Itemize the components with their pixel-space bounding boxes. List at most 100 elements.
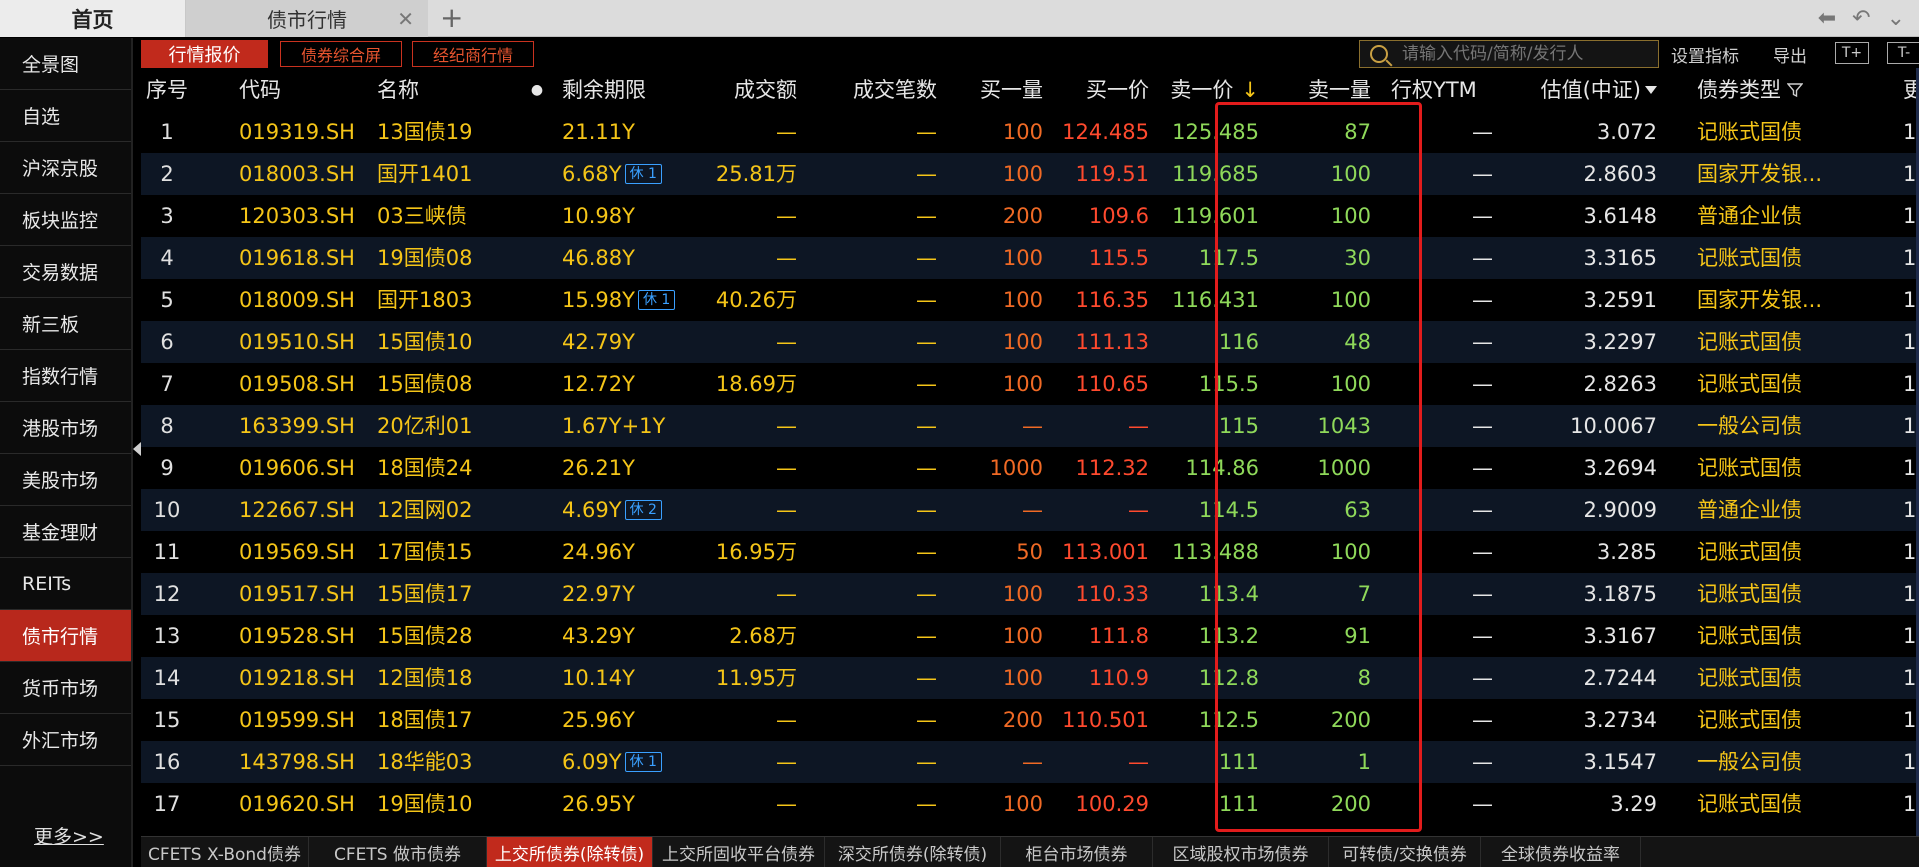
- sidebar-item[interactable]: 外汇市场: [0, 714, 131, 766]
- sidebar-item[interactable]: 港股市场: [0, 402, 131, 454]
- sidebar-item[interactable]: 货币市场: [0, 662, 131, 714]
- dropdown-triangle-icon[interactable]: [1645, 86, 1657, 94]
- table-row[interactable]: 14 019218.SH 12国债18 10.14Y 11.95万 — 100 110.9 11…: [141, 657, 1919, 699]
- market-tab[interactable]: 深交所债券(除转债): [825, 837, 1001, 867]
- row-seq: 9: [160, 456, 174, 480]
- sidebar-item[interactable]: 新三板: [0, 298, 131, 350]
- sidebar-item[interactable]: 板块监控: [0, 194, 131, 246]
- bond-market-tab[interactable]: 债市行情 ✕: [186, 0, 428, 37]
- search-box[interactable]: [1359, 40, 1659, 68]
- table-row[interactable]: 3 120303.SH 03三峡债 10.98Y — — 200 109.6 119.601 10…: [141, 195, 1919, 237]
- sidebar-item[interactable]: 交易数据: [0, 246, 131, 298]
- row-ytm: —: [1472, 246, 1493, 270]
- row-term-value: 25.96Y: [562, 708, 635, 732]
- row-term-value: 22.97Y: [562, 582, 635, 606]
- row-code: 019620.SH: [239, 792, 355, 816]
- header-term[interactable]: 剩余期限: [562, 69, 692, 111]
- table-row[interactable]: 4 019618.SH 19国债08 46.88Y — — 100 115.5 117.5 30 —…: [141, 237, 1919, 279]
- row-amount: —: [776, 750, 797, 774]
- table-row[interactable]: 10 122667.SH 12国网02 4.69Y 休 2 — — — — 114.5 63 — 2.9…: [141, 489, 1919, 531]
- header-count[interactable]: 成交笔数: [801, 69, 937, 111]
- filter-icon[interactable]: [1787, 82, 1803, 98]
- row-bid: —: [1128, 750, 1149, 774]
- market-tab[interactable]: 上交所债券(除转债): [487, 837, 653, 867]
- row-ask-qty: 8: [1357, 666, 1371, 690]
- sidebar-item[interactable]: 沪深京股: [0, 142, 131, 194]
- row-term-value: 15.98Y: [562, 288, 635, 312]
- bond-market-tab-label: 债市行情: [267, 8, 347, 32]
- market-tab[interactable]: CFETS X-Bond债券: [141, 837, 309, 867]
- font-increase-button[interactable]: T+: [1835, 42, 1869, 64]
- set-indicator-button[interactable]: 设置指标: [1671, 42, 1739, 67]
- table-row[interactable]: 9 019606.SH 18国债24 26.21Y — — 1000 112.32 114.86…: [141, 447, 1919, 489]
- search-input[interactable]: [1402, 44, 1652, 64]
- row-amount: 11.95万: [715, 666, 797, 690]
- sidebar-item[interactable]: 美股市场: [0, 454, 131, 506]
- new-tab-plus-icon[interactable]: +: [440, 2, 463, 34]
- sidebar-item[interactable]: REITs: [0, 558, 131, 610]
- broker-quote-button[interactable]: 经纪商行情: [412, 41, 534, 67]
- row-bid: 113.001: [1062, 540, 1149, 564]
- header-ytm[interactable]: 行权YTM: [1375, 69, 1493, 111]
- sidebar-more-link[interactable]: 更多>>: [34, 822, 104, 849]
- market-tab[interactable]: CFETS 做市债券: [309, 837, 487, 867]
- market-tab[interactable]: 上交所固收平台债券: [653, 837, 825, 867]
- header-name[interactable]: 名称: [377, 69, 527, 111]
- table-row[interactable]: 7 019508.SH 15国债08 12.72Y 18.69万 — 100 110.65 11…: [141, 363, 1919, 405]
- header-code[interactable]: 代码: [239, 69, 369, 111]
- row-ask-qty: 91: [1344, 624, 1371, 648]
- row-ytm: —: [1472, 288, 1493, 312]
- market-tab[interactable]: 可转债/交换债券: [1329, 837, 1481, 867]
- sidebar-collapse-icon[interactable]: [133, 442, 141, 456]
- sidebar-item[interactable]: 自选: [0, 90, 131, 142]
- table-row[interactable]: 8 163399.SH 20亿利01 1.67Y+1Y — — — — 115 1043 — 10.0…: [141, 405, 1919, 447]
- row-ask-qty: 200: [1330, 708, 1371, 732]
- table-row[interactable]: 13 019528.SH 15国债28 43.29Y 2.68万 — 100 111.8 113…: [141, 615, 1919, 657]
- header-ask-qty[interactable]: 卖一量: [1263, 69, 1371, 111]
- table-row[interactable]: 2 018003.SH 国开1401 6.68Y 休 1 25.81万 — 100 119.51…: [141, 153, 1919, 195]
- table-row[interactable]: 11 019569.SH 17国债15 24.96Y 16.95万 — 50 113.001 1…: [141, 531, 1919, 573]
- header-valuation[interactable]: 估值(中证): [1497, 69, 1657, 111]
- sidebar-item[interactable]: 全景图: [0, 38, 131, 90]
- market-tab[interactable]: 全球债券收益率: [1481, 837, 1641, 867]
- header-type[interactable]: 债券类型: [1697, 69, 1867, 111]
- font-decrease-button[interactable]: T-: [1887, 42, 1919, 64]
- table-row[interactable]: 5 018009.SH 国开1803 15.98Y 休 1 40.26万 — 100 116.3…: [141, 279, 1919, 321]
- header-bid[interactable]: 买一价: [1047, 69, 1149, 111]
- market-tab[interactable]: 区域股权市场债券: [1153, 837, 1329, 867]
- sidebar-item[interactable]: 指数行情: [0, 350, 131, 402]
- close-icon[interactable]: ✕: [397, 7, 414, 31]
- table-row[interactable]: 17 019620.SH 19国债10 26.95Y — — 100 100.29 111 200…: [141, 783, 1919, 825]
- home-tab[interactable]: 首页: [0, 0, 186, 37]
- row-name: 国开1803: [377, 288, 473, 312]
- row-amount: —: [776, 204, 797, 228]
- row-term: 24.96Y: [562, 531, 692, 573]
- sidebar-nav: 全景图 自选 沪深京股 板块监控 交易数据 新三板 指数行情 港股市场 美股市场 基金理财 REIT…: [0, 38, 133, 867]
- row-ytm: —: [1472, 120, 1493, 144]
- undo-icon[interactable]: ↶: [1852, 6, 1870, 31]
- table-row[interactable]: 6 019510.SH 15国债10 42.79Y — — 100 111.13 116 48 — 3…: [141, 321, 1919, 363]
- market-tab[interactable]: 柜台市场债券: [1001, 837, 1153, 867]
- header-amount[interactable]: 成交额: [691, 69, 797, 111]
- row-ask: 112.8: [1198, 666, 1259, 690]
- export-button[interactable]: 导出: [1773, 42, 1807, 67]
- sidebar-item[interactable]: 债市行情: [0, 610, 131, 662]
- row-name: 20亿利01: [377, 414, 473, 438]
- table-row[interactable]: 16 143798.SH 18华能03 6.09Y 休 1— — — —111 1—3.1547…: [141, 741, 1919, 783]
- table-row[interactable]: 15 019599.SH 18国债17 25.96Y — — 200 110.501 112.5…: [141, 699, 1919, 741]
- header-seq[interactable]: 序号: [141, 69, 193, 111]
- row-valuation: 3.3165: [1583, 246, 1657, 270]
- header-bid-qty[interactable]: 买一量: [941, 69, 1043, 111]
- table-row[interactable]: 12 019517.SH 15国债17 22.97Y — — 100 110.33 113.4 7…: [141, 573, 1919, 615]
- tab-quote[interactable]: 行情报价: [141, 40, 268, 68]
- back-arrow-icon[interactable]: ⬅: [1818, 6, 1836, 31]
- row-count: —: [916, 582, 937, 606]
- row-name: 18国债17: [377, 708, 473, 732]
- row-ytm: —: [1472, 498, 1493, 522]
- table-row[interactable]: 1 019319.SH 13国债19 21.11Y — — 100 124.485 125.48…: [141, 111, 1919, 153]
- chevron-down-icon[interactable]: ⌄: [1887, 6, 1905, 31]
- bond-composite-button[interactable]: 债券综合屏: [280, 41, 402, 67]
- row-seq: 1: [160, 120, 174, 144]
- header-ask[interactable]: 卖一价 ↓: [1153, 69, 1259, 111]
- sidebar-item[interactable]: 基金理财: [0, 506, 131, 558]
